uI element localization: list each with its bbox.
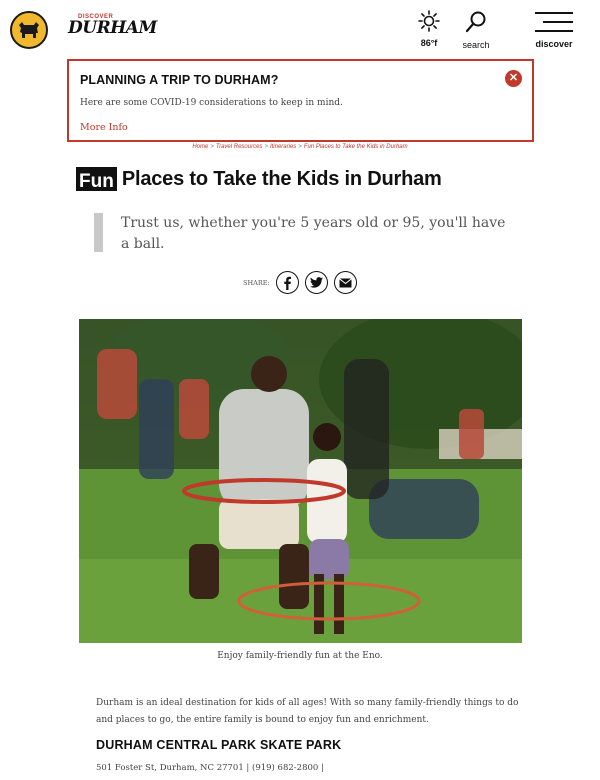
breadcrumb: Home > Travel Resources > Itineraries > Fun Pl… [0,144,600,150]
search-label: search [462,40,490,50]
page-title: Fun Places to Take the Kids in Durham [76,167,442,191]
breadcrumb-current[interactable]: Fun Places to Take the Kids in Durham [304,144,408,150]
search-button[interactable]: search [456,10,496,50]
discover-menu-button[interactable]: discover [532,12,576,49]
hamburger-menu-icon [535,12,573,32]
intro-paragraph: Durham is an ideal destination for kids … [96,698,519,725]
facebook-icon[interactable] [275,271,299,294]
breadcrumb-separator: > [264,144,268,150]
sun-icon [418,10,440,32]
site-brand[interactable]: DISCOVER DURHAM [68,14,157,37]
alert-title: PLANNING A TRIP TO DURHAM? [80,73,279,87]
covid-alert-banner: PLANNING A TRIP TO DURHAM? Here are some… [67,59,534,142]
image-caption: Enjoy family-friendly fun at the Eno. [217,651,383,661]
alert-text: Here are some COVID-19 considerations to… [80,98,343,108]
breadcrumb-itineraries[interactable]: Itineraries [270,144,296,150]
search-icon [465,11,486,33]
title-highlight: Fun [76,167,117,191]
more-info-link[interactable]: More Info [80,122,128,133]
quote-bar [94,213,103,252]
venue-address: 501 Foster St, Durham, NC 27701 | (919) … [96,763,324,773]
pull-quote: Trust us, whether you're 5 years old or … [121,215,506,252]
discover-label: discover [535,39,573,49]
breadcrumb-separator: > [210,144,214,150]
section-heading: DURHAM CENTRAL PARK SKATE PARK [96,738,342,752]
bull-logo-icon[interactable] [10,11,48,49]
article-hero-image [79,319,522,643]
email-icon[interactable] [333,271,357,294]
share-bar: SHARE: [243,271,363,294]
twitter-icon[interactable] [304,271,328,294]
breadcrumb-home[interactable]: Home [192,144,208,150]
close-icon[interactable]: ✕ [505,70,522,87]
weather-widget[interactable]: 86°f [414,10,444,48]
share-label: SHARE: [243,278,270,287]
breadcrumb-travel-resources[interactable]: Travel Resources [216,144,263,150]
weather-temperature: 86°f [420,38,438,48]
site-header: DISCOVER DURHAM 86°f search discover [0,0,600,58]
brand-name: DURHAM [68,18,157,38]
breadcrumb-separator: > [298,144,302,150]
title-text: Places to Take the Kids in Durham [121,167,442,190]
